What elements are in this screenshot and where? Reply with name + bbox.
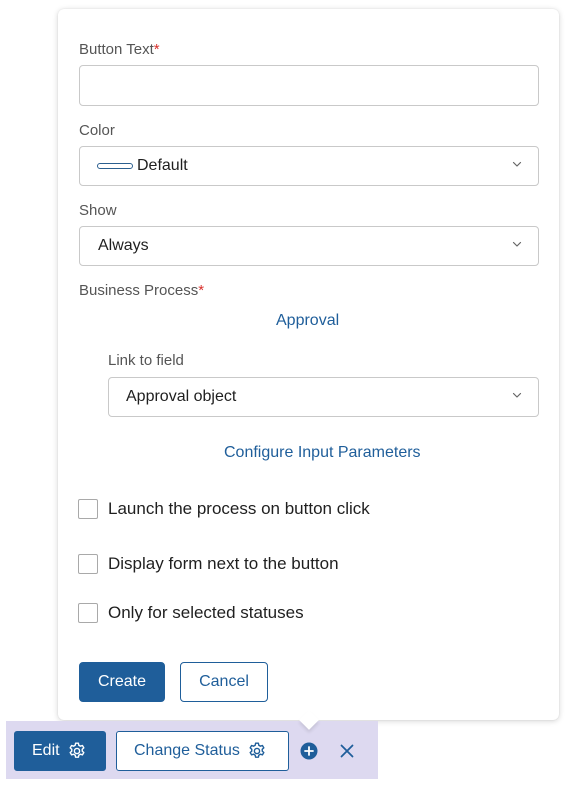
- chevron-down-icon: [512, 390, 522, 400]
- page: Button Text* Color Default Show Always B…: [0, 0, 577, 786]
- change-status-label: Change Status: [134, 742, 240, 759]
- display-form-checkbox[interactable]: [78, 554, 98, 574]
- checkbox-label: Display form next to the button: [108, 554, 339, 573]
- color-select-value: Default: [137, 157, 188, 174]
- close-icon[interactable]: [339, 743, 355, 759]
- chevron-down-icon: [512, 159, 522, 169]
- checkbox-label: Only for selected statuses: [108, 603, 304, 622]
- show-select-value: Always: [98, 237, 149, 254]
- change-status-button[interactable]: Change Status: [116, 731, 289, 771]
- create-button[interactable]: Create: [79, 662, 165, 702]
- display-form-checkbox-row[interactable]: Display form next to the button: [78, 553, 339, 575]
- add-button-popover: Button Text* Color Default Show Always B…: [58, 9, 559, 720]
- color-label: Color: [79, 122, 115, 139]
- required-mark: *: [153, 41, 160, 58]
- show-label: Show: [79, 202, 117, 219]
- edit-button[interactable]: Edit: [14, 731, 106, 771]
- business-process-link[interactable]: Approval: [276, 312, 339, 330]
- gear-icon: [247, 741, 267, 761]
- color-swatch: [97, 163, 133, 169]
- color-select[interactable]: Default: [79, 146, 539, 186]
- link-to-field-value: Approval object: [126, 388, 237, 405]
- plus-circle-icon[interactable]: [300, 742, 318, 760]
- required-mark: *: [198, 282, 205, 299]
- button-text-input[interactable]: [79, 65, 539, 106]
- cancel-button[interactable]: Cancel: [180, 662, 268, 702]
- business-process-label: Business Process*: [79, 282, 205, 299]
- launch-on-click-checkbox-row[interactable]: Launch the process on button click: [78, 498, 370, 520]
- edit-button-label: Edit: [32, 742, 60, 759]
- selected-statuses-checkbox[interactable]: [78, 603, 98, 623]
- selected-statuses-checkbox-row[interactable]: Only for selected statuses: [78, 602, 304, 624]
- gear-icon: [67, 741, 87, 761]
- checkbox-label: Launch the process on button click: [108, 499, 370, 518]
- link-to-field-label: Link to field: [108, 352, 184, 369]
- button-text-label: Button Text*: [79, 41, 160, 58]
- show-select[interactable]: Always: [79, 226, 539, 266]
- launch-on-click-checkbox[interactable]: [78, 499, 98, 519]
- bottom-toolbar: Edit Change Status: [6, 721, 378, 779]
- configure-input-parameters-link[interactable]: Configure Input Parameters: [224, 444, 421, 462]
- link-to-field-select[interactable]: Approval object: [108, 377, 539, 417]
- chevron-down-icon: [512, 239, 522, 249]
